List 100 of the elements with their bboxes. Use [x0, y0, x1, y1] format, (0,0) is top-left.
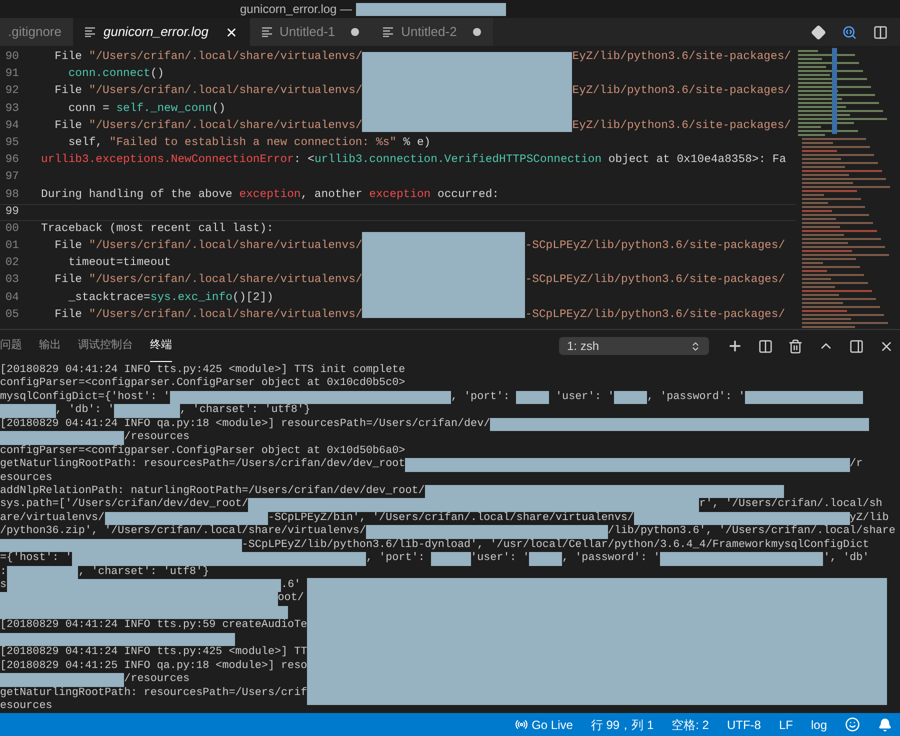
split-terminal-icon[interactable]	[758, 338, 773, 354]
trash-icon[interactable]	[788, 338, 803, 354]
terminal-text: /python36.zip', '/Users/crifan/.local/share/virtualenvs/	[0, 525, 366, 539]
file-lines-icon	[85, 27, 96, 37]
terminal-text: -SCpLPEyZ/lib/python3.6/lib-dynload', '/usr/local/Cellar/python/3.6.4_4/FrameworkmysqlConfigDict	[242, 538, 870, 552]
terminal-text: r', '/Users/crifan/.local/sh	[699, 498, 882, 512]
terminal-text: /lib/python3.6', '/Users/crifan/.local/share	[608, 525, 896, 539]
line-number: 04	[4, 290, 19, 306]
panel-tab[interactable]: 输出	[39, 330, 61, 362]
status-item[interactable]: 空格: 2	[672, 716, 709, 734]
terminal-text: , 'password': '	[647, 390, 746, 404]
window-title: gunicorn_error.log —	[240, 1, 352, 18]
terminal-text: [20180829 04:41:24 INFO qa.py:18 <module>] resourcesPath=/Users/crifan/dev/	[0, 418, 490, 431]
line-number: 05	[4, 308, 19, 323]
terminal-text: sys.path=['/Users/crifan/dev/dev_root/	[0, 498, 248, 512]
file-lines-icon	[262, 27, 272, 37]
code-line: File "/Users/crifan/.local/share/virtualenvs/ EyZ/lib/python3.6/site-packages/	[54, 118, 792, 134]
line-number: 03	[4, 273, 19, 288]
code-line: File "/Users/crifan/.local/share/virtualenvs/ -SCpLPEyZ/lib/python3.6/site-packages/	[54, 273, 786, 288]
terminal-text: , 'charset': 'utf8'}	[180, 404, 310, 418]
redaction-block	[516, 390, 549, 404]
panel-tab[interactable]: 终端	[150, 330, 172, 362]
terminal-text: , 'password': '	[562, 552, 660, 566]
terminal-text: :	[0, 566, 7, 579]
redaction-block	[614, 390, 647, 404]
editor-tab[interactable]: Untitled-1	[250, 18, 372, 46]
code-line: File "/Users/crifan/.local/share/virtualenvs/ EyZ/lib/python3.6/site-packages/	[54, 50, 792, 65]
line-number: 98	[4, 188, 19, 202]
line-number: 95	[4, 136, 19, 151]
terminal-text: esources	[0, 472, 52, 485]
terminal-text: , 'port':	[450, 390, 511, 404]
terminal-text: , 'port':	[366, 552, 426, 566]
terminal-text: getNaturlingRootPath: resourcesPath=/Users/crif	[0, 686, 308, 700]
terminal-text: 'user': '	[470, 552, 530, 566]
terminal-text: /resources	[124, 673, 190, 686]
terminal-text: -SCpLPEyZ/bin', '/Users/crifan/.local/share/virtualenvs/	[268, 512, 634, 525]
terminal-text: oot/	[278, 592, 304, 606]
close-icon[interactable]	[224, 26, 238, 38]
plus-icon[interactable]	[727, 338, 743, 354]
status-item[interactable]: UTF-8	[726, 716, 761, 734]
terminal-text: ={'host': '	[0, 552, 72, 566]
broadcast-icon	[514, 718, 528, 731]
terminal-text: .6'	[281, 579, 301, 592]
terminal-text: , 'charset': 'utf8'}	[78, 566, 210, 579]
bell-icon[interactable]	[878, 718, 892, 732]
file-lines-icon	[383, 27, 394, 37]
line-number: 02	[4, 256, 19, 272]
line-number: 99	[4, 204, 19, 220]
code-line: File "/Users/crifan/.local/share/virtualenvs/ -SCpLPEyZ/lib/python3.6/site-packages/	[54, 239, 786, 254]
line-number: 90	[4, 50, 19, 65]
editor-tab[interactable]: .gitignore	[0, 18, 74, 46]
code-line: conn.connect()	[67, 67, 164, 82]
panel-layout-icon[interactable]	[849, 338, 864, 354]
editor-tab[interactable]: Untitled-2	[371, 18, 493, 46]
panel-tab[interactable]: 调试控制台	[78, 330, 133, 362]
line-number: 91	[4, 67, 19, 82]
go-live-button[interactable]: Go Live	[514, 716, 573, 734]
status-item[interactable]: LF	[778, 716, 793, 734]
terminal-text: configParser=<configparser.ConfigParser object at 0x10cd0b5c0>	[0, 377, 406, 391]
code-line: Traceback (most recent call last):	[41, 222, 274, 237]
smiley-icon[interactable]	[845, 717, 860, 732]
editor-tab[interactable]: gunicorn_error.log	[73, 18, 250, 46]
redaction-block	[431, 552, 471, 566]
terminal-text: esources	[0, 700, 52, 713]
line-number: 97	[4, 170, 19, 186]
code-line: File "/Users/crifan/.local/share/virtualenvs/ -SCpLPEyZ/lib/python3.6/site-packages/	[54, 308, 786, 323]
code-line: File "/Users/crifan/.local/share/virtualenvs/ EyZ/lib/python3.6/site-packages/	[54, 84, 792, 100]
line-number: 94	[4, 118, 19, 134]
terminal-text: [20180829 04:41:24 INFO tts.py:425 <module>] TTS init complete	[0, 364, 406, 377]
terminal-text: are/virtualenvs/	[0, 512, 105, 525]
code-line: timeout=timeout	[67, 256, 171, 272]
terminal-text: configParser=<configparser.ConfigParser object at 0x10d50b6a0>	[0, 444, 406, 458]
terminal-text: [20180829 04:41:25 INFO qa.py:18 <module>] reso	[0, 660, 308, 673]
panel-tab[interactable]: 问题	[0, 330, 22, 362]
search-icon[interactable]	[842, 24, 857, 40]
terminal-text: ', 'db'	[823, 552, 870, 566]
line-number: 01	[4, 239, 19, 254]
status-item[interactable]: 行 99，列 1	[590, 716, 654, 734]
diamond-icon[interactable]	[811, 24, 826, 40]
redaction-block	[0, 404, 56, 418]
terminal-select[interactable]: 1: zsh	[559, 337, 709, 355]
terminal-text: 'user': '	[554, 390, 614, 404]
split-editor-icon[interactable]	[873, 24, 888, 40]
terminal-text: , 'db': '	[56, 404, 114, 418]
terminal-text: addNlpRelationPath: naturlingRootPath=/Users/crifan/dev/dev_root/	[0, 484, 425, 498]
updown-caret-icon	[690, 340, 701, 352]
terminal-text: s	[0, 579, 7, 592]
code-line: conn = self._new_conn()	[67, 102, 226, 117]
terminal-text: /r	[850, 458, 863, 472]
line-number: 00	[4, 222, 19, 237]
terminal-text: [20180829 04:41:24 INFO tts.py:425 <module>] TT	[0, 646, 308, 660]
status-item[interactable]: log	[810, 716, 827, 734]
terminal-text: getNaturlingRootPath: resourcesPath=/Users/crifan/dev/dev_root	[0, 458, 406, 472]
terminal-text: mysqlConfigDict={'host': '	[0, 390, 170, 404]
line-number: 93	[4, 102, 19, 117]
code-line: self, "Failed to establish a new connection: %s" % e)	[67, 136, 431, 151]
code-line: urllib3.exceptions.NewConnectionError: <urllib3.connection.VerifiedHTTPSConnection object at 0x10e4a8358>: Fa	[41, 153, 786, 168]
line-number: 96	[4, 153, 19, 168]
line-number: 92	[4, 84, 19, 100]
terminal-text: yZ/lib	[850, 512, 889, 525]
